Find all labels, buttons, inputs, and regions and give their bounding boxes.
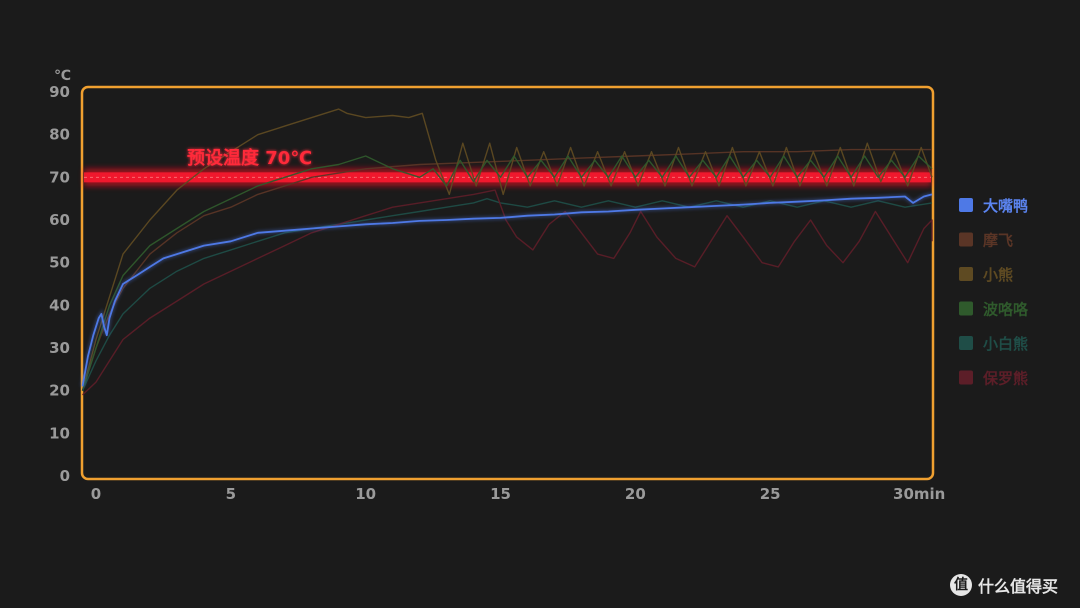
legend-swatch bbox=[959, 267, 973, 281]
y-axis-unit: ℃ bbox=[54, 68, 71, 84]
x-tick-label: 5 bbox=[226, 485, 236, 503]
chart: ℃ 0 10 20 30 40 50 60 70 80 90 0 5 10 15 20 25 30min 预设温度 … bbox=[49, 68, 1029, 503]
x-tick-label: 15 bbox=[490, 485, 511, 503]
legend-label: 大嘴鸭 bbox=[983, 197, 1028, 215]
y-tick-label: 50 bbox=[49, 254, 70, 272]
preset-temp-annotation-text: 预设温度 70℃ bbox=[187, 147, 312, 169]
x-tick-label: 30min bbox=[893, 485, 945, 503]
y-tick-label: 30 bbox=[49, 339, 70, 357]
y-tick-label: 10 bbox=[49, 424, 70, 442]
legend-label: 小白熊 bbox=[983, 335, 1028, 353]
legend-label: 摩飞 bbox=[983, 232, 1013, 250]
y-tick-label: 90 bbox=[49, 83, 70, 101]
y-tick-label: 40 bbox=[49, 296, 70, 314]
series-line bbox=[81, 155, 933, 391]
watermark-logo-icon: 值 bbox=[950, 574, 972, 596]
legend-swatch bbox=[959, 370, 973, 385]
legend-label: 保罗熊 bbox=[982, 370, 1028, 388]
watermark-text: 什么值得买 bbox=[978, 577, 1059, 596]
legend-swatch bbox=[959, 198, 973, 212]
x-tick-label: 20 bbox=[625, 485, 646, 503]
legend-swatch bbox=[959, 336, 973, 350]
plot-frame bbox=[80, 85, 935, 481]
y-tick-label: 80 bbox=[49, 126, 70, 144]
y-tick-label: 20 bbox=[49, 382, 70, 400]
series-line bbox=[82, 189, 933, 396]
y-tick-label: 70 bbox=[49, 168, 70, 186]
y-tick-label: 0 bbox=[60, 467, 70, 485]
legend-label: 波咯咯 bbox=[983, 301, 1029, 319]
legend-swatch bbox=[959, 232, 973, 247]
watermark: 值 什么值得买 bbox=[950, 573, 1058, 597]
legend-swatch bbox=[959, 301, 973, 316]
x-tick-label: 25 bbox=[760, 485, 781, 503]
legend-label: 小熊 bbox=[983, 266, 1013, 284]
x-tick-label: 10 bbox=[355, 485, 376, 503]
y-tick-label: 60 bbox=[49, 211, 70, 229]
x-tick-label: 0 bbox=[91, 485, 101, 503]
